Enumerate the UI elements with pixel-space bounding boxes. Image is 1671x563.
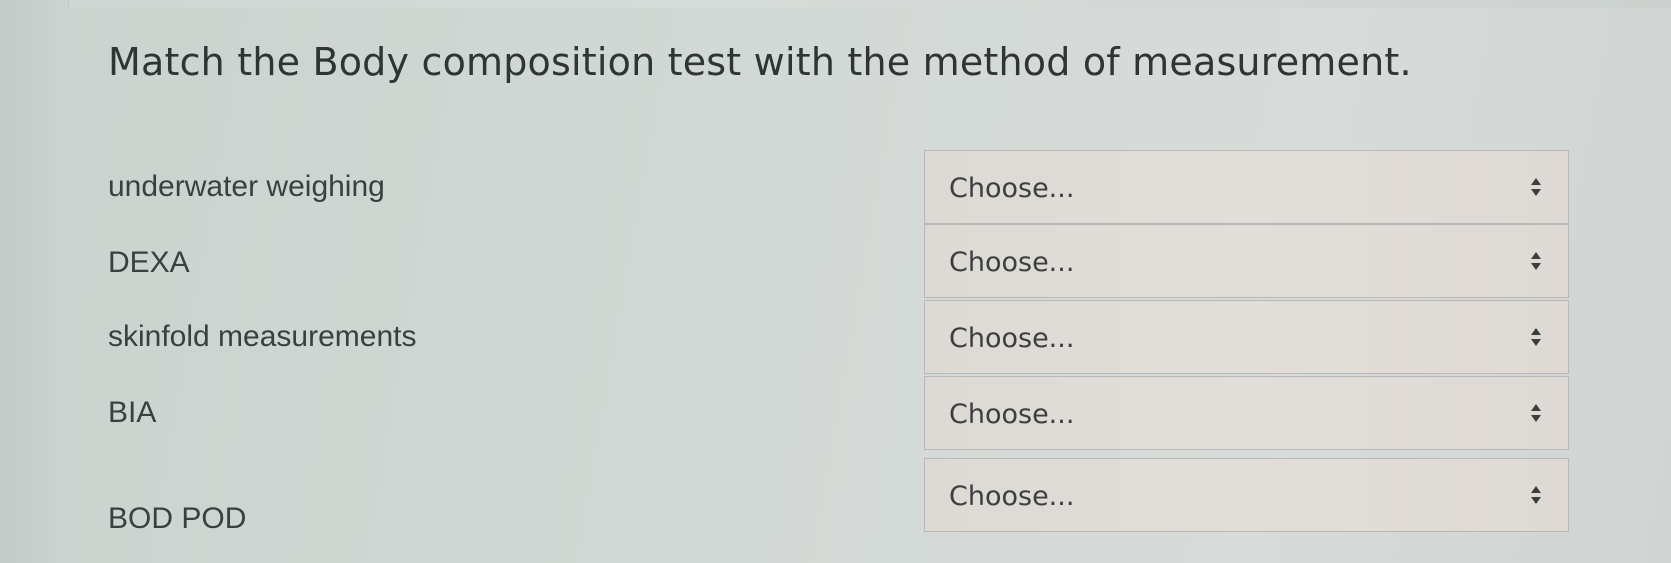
answer-select[interactable]: Choose... bbox=[924, 300, 1569, 374]
select-value: Choose... bbox=[949, 399, 1075, 430]
up-down-arrows-icon bbox=[1531, 404, 1541, 422]
answer-select[interactable]: Choose... bbox=[924, 458, 1569, 532]
select-value: Choose... bbox=[949, 481, 1075, 512]
row-label: BIA bbox=[108, 396, 157, 429]
row-label: skinfold measurements bbox=[108, 320, 417, 353]
match-row-bod-pod: BOD POD Choose... bbox=[108, 458, 1578, 535]
answer-select[interactable]: Choose... bbox=[924, 150, 1569, 224]
answer-select[interactable]: Choose... bbox=[924, 376, 1569, 450]
question-title: Match the Body composition test with the… bbox=[108, 40, 1412, 84]
select-value: Choose... bbox=[949, 323, 1075, 354]
match-row-dexa: DEXA Choose... bbox=[108, 224, 1578, 298]
up-down-arrows-icon bbox=[1531, 178, 1541, 196]
up-down-arrows-icon bbox=[1531, 328, 1541, 346]
match-row-underwater-weighing: underwater weighing Choose... bbox=[108, 150, 1578, 224]
match-row-skinfold-measurements: skinfold measurements Choose... bbox=[108, 300, 1578, 374]
row-label: DEXA bbox=[108, 246, 190, 279]
answer-select[interactable]: Choose... bbox=[924, 224, 1569, 298]
page-left-edge bbox=[0, 0, 69, 563]
up-down-arrows-icon bbox=[1531, 252, 1541, 270]
select-value: Choose... bbox=[949, 173, 1075, 204]
up-down-arrows-icon bbox=[1531, 486, 1541, 504]
row-label: BOD POD bbox=[108, 502, 247, 535]
select-value: Choose... bbox=[949, 247, 1075, 278]
match-row-bia: BIA Choose... bbox=[108, 376, 1578, 450]
row-label: underwater weighing bbox=[108, 170, 385, 203]
